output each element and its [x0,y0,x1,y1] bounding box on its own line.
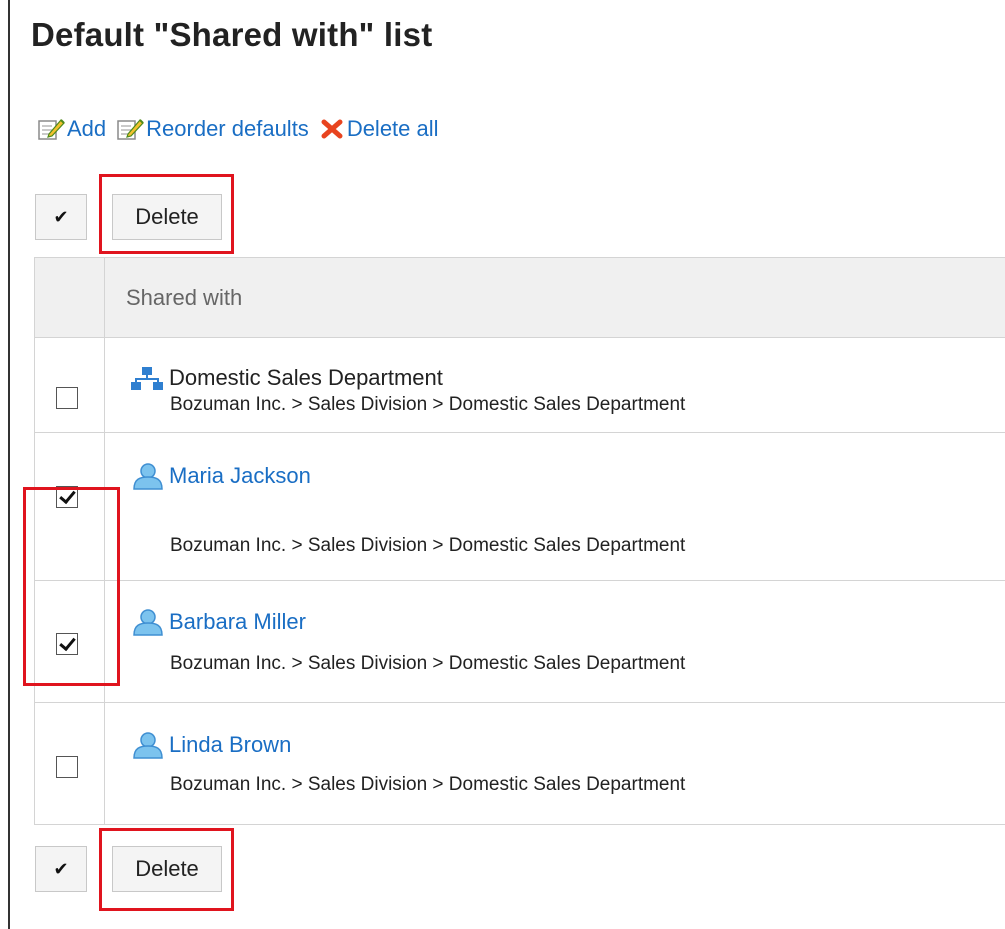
entry-name: Domestic Sales Department [130,365,443,391]
row-checkbox[interactable] [56,387,78,409]
row-check-cell [35,338,105,432]
header-check-cell [35,258,105,337]
reorder-defaults-label: Reorder defaults [146,116,309,141]
delete-button[interactable]: Delete [112,846,222,892]
row-checkbox[interactable] [56,486,78,508]
checkmark-icon: ✔ [53,858,69,879]
row-checkbox[interactable] [56,633,78,655]
organization-path: Bozuman Inc. > Sales Division > Domestic… [170,394,686,415]
row-main-cell: Domestic Sales Department Bozuman Inc. >… [105,338,1005,432]
row-check-cell [35,433,105,580]
organization-name: Domestic Sales Department [169,365,443,390]
edit-icon [38,119,65,140]
edit-icon [117,119,144,140]
table-row: Maria Jackson Bozuman Inc. > Sales Divis… [35,433,1005,581]
user-name-link[interactable]: Maria Jackson [169,463,311,489]
table-row: Barbara Miller Bozuman Inc. > Sales Divi… [35,581,1005,703]
checkmark-icon: ✔ [53,206,69,227]
top-action-bar: ✔ Delete [35,194,222,240]
row-main-cell: Barbara Miller Bozuman Inc. > Sales Divi… [105,581,1005,702]
user-name-link[interactable]: Barbara Miller [169,609,306,635]
row-check-cell [35,703,105,824]
user-icon [133,732,163,759]
page: Default "Shared with" list Add Reorder d… [0,0,1005,929]
header-main-cell: Shared with [105,258,1005,337]
page-title: Default "Shared with" list [31,16,433,53]
user-path: Bozuman Inc. > Sales Division > Domestic… [170,774,686,795]
entry-name: Linda Brown [130,731,291,759]
org-chart-icon [131,367,163,390]
user-icon [133,463,163,490]
user-path: Bozuman Inc. > Sales Division > Domestic… [170,535,686,556]
select-all-button[interactable]: ✔ [35,846,87,892]
add-link[interactable]: Add [37,116,106,142]
add-label: Add [67,116,107,141]
reorder-defaults-link[interactable]: Reorder defaults [116,116,309,142]
delete-button[interactable]: Delete [112,194,222,240]
select-all-button[interactable]: ✔ [35,194,87,240]
delete-all-link[interactable]: Delete all [319,116,439,142]
bottom-action-bar: ✔ Delete [35,846,222,892]
row-check-cell [35,581,105,702]
user-name-link[interactable]: Linda Brown [169,732,291,758]
row-main-cell: Maria Jackson Bozuman Inc. > Sales Divis… [105,433,1005,580]
table-row: Domestic Sales Department Bozuman Inc. >… [35,338,1005,433]
row-main-cell: Linda Brown Bozuman Inc. > Sales Divisio… [105,703,1005,824]
entry-name: Barbara Miller [130,608,306,636]
user-icon [133,609,163,636]
delete-x-icon [321,119,343,139]
entry-name: Maria Jackson [130,462,311,490]
table-header-row: Shared with [35,258,1005,338]
left-border-line [8,0,10,929]
user-path: Bozuman Inc. > Sales Division > Domestic… [170,653,686,674]
shared-with-table: Shared with Domestic Sales Department Bo… [34,257,1005,825]
delete-all-label: Delete all [346,116,439,141]
table-row: Linda Brown Bozuman Inc. > Sales Divisio… [35,703,1005,825]
toolbar: Add Reorder defaults Delete all [37,116,449,142]
column-header-shared-with: Shared with [126,285,243,310]
row-checkbox[interactable] [56,756,78,778]
